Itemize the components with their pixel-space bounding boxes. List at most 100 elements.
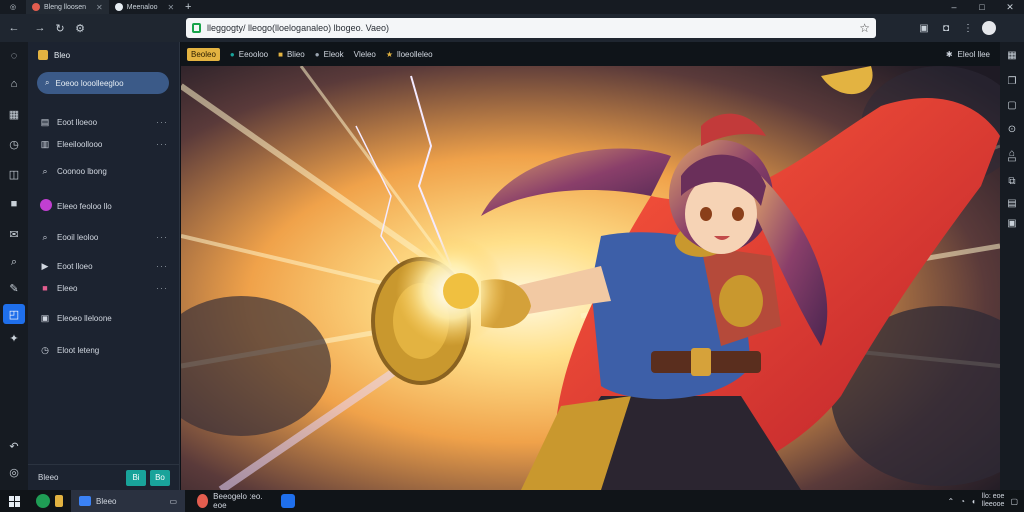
bookmark-icon[interactable]: ❐: [1000, 72, 1024, 90]
taskbar-app-blue[interactable]: [273, 490, 303, 512]
layers-icon[interactable]: ▤: [1000, 194, 1024, 212]
camera-icon[interactable]: ◘: [938, 18, 954, 38]
tab-favicon-icon: [32, 3, 40, 11]
notifications-icon[interactable]: ▢: [1010, 497, 1018, 506]
sidebar-item[interactable]: ▥ Eleeiloollooo ···: [40, 136, 168, 152]
sidebar-item[interactable]: ▶ Eoot lloeo ···: [40, 258, 168, 274]
chevron-up-icon[interactable]: ⌃: [947, 497, 954, 506]
tab-label: Bleng lloosen: [44, 3, 87, 11]
sidebar-search-button[interactable]: ⌕ Eoeoo looolleegloo: [37, 72, 169, 94]
list-icon: ▥: [40, 138, 50, 149]
sidebar-item[interactable]: ■ Eleeo ···: [40, 280, 168, 296]
main-artwork-image: [181, 66, 1000, 490]
leaf-icon: ●: [229, 49, 235, 59]
tab-close-icon[interactable]: ✕: [96, 3, 103, 12]
right-icon-rail: ▦ ❐ ▢ ⊙ ⌂ ▭ ⧉ ▤ ▣: [1000, 42, 1024, 490]
folder-icon: ■: [278, 49, 283, 59]
sidebar-item[interactable]: ⌕ Coonoo lbong: [40, 163, 168, 179]
more-options-icon[interactable]: ···: [156, 232, 168, 242]
taskbar-app-browser[interactable]: Beeogelo :eo. eoe: [189, 490, 273, 512]
copy-icon[interactable]: ⧉: [1000, 172, 1024, 190]
sidebar-footer: Bleeo Bi Bo: [28, 464, 180, 490]
window-icon[interactable]: ▣: [1000, 214, 1024, 232]
active-rail-icon[interactable]: ◰: [3, 304, 25, 324]
footer-button-two[interactable]: Bo: [150, 469, 170, 486]
mail-icon[interactable]: ✉: [0, 224, 28, 244]
sidebar-panel: Bleo ⌕ Eoeoo looolleegloo ▤ Eoot lloeoo …: [28, 42, 180, 490]
wrench-icon[interactable]: ✎: [0, 278, 28, 298]
profile-avatar[interactable]: [982, 21, 996, 35]
back-button[interactable]: ←: [4, 18, 24, 38]
new-tab-button[interactable]: +: [180, 1, 196, 13]
tab-active[interactable]: Bleng lloosen ✕: [26, 0, 109, 14]
more-options-icon[interactable]: ···: [156, 283, 168, 293]
settings-rail-icon[interactable]: ✦: [0, 328, 28, 348]
clock-rail-icon[interactable]: ◷: [0, 134, 28, 154]
address-bar[interactable]: lleggogty/ lleogo(lloeloganaleo) lbogeo.…: [186, 18, 876, 38]
start-button[interactable]: [0, 490, 28, 512]
sidebar-item[interactable]: ▤ Eoot lloeoo ···: [40, 114, 168, 130]
lock-icon: [192, 23, 201, 33]
more-options-icon[interactable]: ···: [156, 261, 168, 271]
layout-icon[interactable]: ◫: [0, 164, 28, 184]
search-icon: ⌕: [42, 231, 48, 242]
toolbar-item[interactable]: ★ lloeolleleo: [386, 50, 433, 59]
more-options-icon[interactable]: ···: [156, 117, 168, 127]
book-icon: ▤: [40, 116, 50, 127]
reload-button[interactable]: ↻: [50, 18, 70, 38]
toolbar-right: ✱ Eleol llee: [946, 42, 990, 66]
extension-icon[interactable]: ⚙: [70, 18, 90, 38]
left-icon-rail: ◌ ⌂ ▦ ◷ ◫ ■ ✉ ⌕ ✎ ◰ ✦ ↶ ◎: [0, 42, 28, 490]
sidebar-item[interactable]: ▣ Eleoeo lleloone: [40, 310, 168, 326]
toolbar-item[interactable]: ● Eleok: [315, 50, 344, 59]
minimize-button[interactable]: –: [940, 0, 968, 14]
collapse-icon[interactable]: ↶: [0, 436, 28, 456]
content-chip[interactable]: Beoleo: [187, 47, 220, 61]
toolbar-item[interactable]: Vleleo: [354, 50, 376, 59]
footer-button-one[interactable]: Bi: [126, 469, 146, 486]
toolbar-right: ▣ ◘ ⋮: [916, 18, 996, 38]
square-rail-icon[interactable]: ▢: [1000, 96, 1024, 114]
network-icon[interactable]: ◔: [960, 497, 965, 506]
app-logo-icon: [38, 50, 48, 60]
sidebar-search-label: Eoeoo looolleegloo: [55, 78, 124, 88]
browser-menu-icon[interactable]: ◎: [0, 0, 26, 14]
bookmark-star-icon[interactable]: ☆: [859, 21, 870, 35]
square-icon[interactable]: ■: [0, 194, 28, 214]
toolbar-item[interactable]: ● Eeooloo: [230, 50, 268, 59]
tab-strip: ◎ Bleng lloosen ✕ Meenaloo ✕ + – □ ✕: [0, 0, 1024, 14]
search-rail-icon[interactable]: ⌕: [0, 252, 28, 272]
taskbar-app[interactable]: [28, 490, 71, 512]
system-clock[interactable]: llo: eoe lleeooe: [982, 493, 1005, 509]
tab-inactive[interactable]: Meenaloo ✕: [109, 0, 180, 14]
sidebar-item[interactable]: ⌕ Eooil leoloo ···: [40, 229, 168, 245]
forward-button[interactable]: →: [30, 18, 50, 38]
volume-icon[interactable]: ◖: [971, 497, 976, 506]
close-window-button[interactable]: ✕: [996, 0, 1024, 14]
grid-icon[interactable]: ▦: [1000, 46, 1024, 64]
taskbar-app-explorer[interactable]: Bleeo ▭: [71, 490, 185, 512]
kebab-menu-icon[interactable]: ⋮: [960, 18, 976, 38]
star-icon: ★: [385, 49, 394, 59]
monitor-icon[interactable]: ▭: [1000, 150, 1024, 168]
gear-icon[interactable]: ✱: [946, 50, 953, 59]
maximize-button[interactable]: □: [968, 0, 996, 14]
window-preview-icon: ▭: [169, 496, 177, 506]
chat-icon[interactable]: ◌: [0, 46, 28, 66]
blue-app-icon: [281, 494, 295, 508]
sidebar-item[interactable]: ◷ Eloot leteng: [40, 342, 168, 358]
more-options-icon[interactable]: ···: [156, 139, 168, 149]
lock-toolbar-icon[interactable]: ▣: [916, 18, 932, 38]
calendar-icon[interactable]: ▦: [0, 104, 28, 124]
link-icon[interactable]: ⊙: [1000, 120, 1024, 138]
toolbar-item[interactable]: ■ Blieo: [278, 50, 305, 59]
toolbar-right-label: Eleol llee: [957, 49, 990, 59]
tab-close-icon[interactable]: ✕: [167, 3, 174, 12]
url-text[interactable]: lleggogty/ lleogo(lloeloganaleo) lbogeo.…: [207, 23, 853, 33]
sidebar-title: Bleo: [54, 50, 71, 60]
sidebar-item[interactable]: Eleeo feoloo llo: [40, 198, 168, 214]
search-icon: ⌕: [42, 165, 48, 176]
help-icon[interactable]: ◎: [0, 462, 28, 482]
home-icon[interactable]: ⌂: [0, 74, 28, 94]
search-icon: ⌕: [45, 78, 50, 87]
